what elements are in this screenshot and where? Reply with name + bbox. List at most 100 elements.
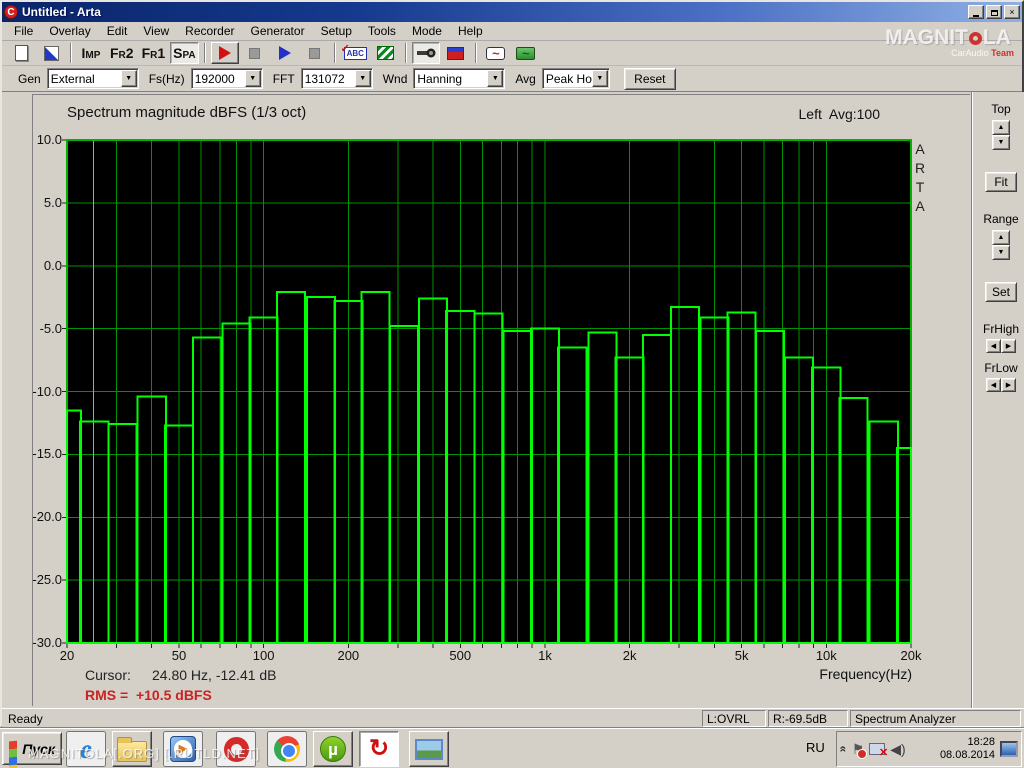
record-start-button[interactable] <box>210 42 239 64</box>
spa-mode-button[interactable]: Spa <box>170 42 199 64</box>
fit-button[interactable]: Fit <box>985 172 1017 192</box>
restore-button[interactable] <box>986 5 1002 19</box>
fft-dropdown-arrow-icon[interactable]: ▼ <box>354 70 371 87</box>
calibrate-abc-button[interactable]: ABC <box>341 42 370 64</box>
menu-view[interactable]: View <box>135 22 177 40</box>
x-tick-5k: 5k <box>734 648 749 663</box>
imp-mode-button[interactable]: Imp <box>77 42 105 64</box>
record-stop-button[interactable] <box>241 42 269 64</box>
frlow-spinner-right-icon[interactable]: ▶ <box>1001 378 1016 392</box>
diagonal-scale-button[interactable] <box>372 42 400 64</box>
show-desktop-icon[interactable] <box>1000 741 1018 757</box>
probe-button[interactable] <box>411 42 440 64</box>
main-toolbar: Imp Fr2 Fr1 Spa ABC ~ ~ <box>2 41 1022 66</box>
y-tick-5.0: 5.0 <box>43 194 62 210</box>
wave-generator-icon: ~ <box>516 46 536 60</box>
menu-file[interactable]: File <box>6 22 41 40</box>
set-button[interactable]: Set <box>985 282 1017 302</box>
image-viewer-button[interactable] <box>409 731 449 767</box>
sine-generator-button[interactable]: ~ <box>482 42 510 64</box>
new-file-icon <box>14 45 28 61</box>
spectrum-bars-button[interactable] <box>442 42 470 64</box>
utorrent-icon: µ <box>320 736 346 762</box>
frhigh-spinner-left-icon[interactable]: ◀ <box>986 339 1001 353</box>
close-button[interactable]: × <box>1004 5 1020 19</box>
toolbar-separator <box>203 43 206 63</box>
avg-label: Avg <box>515 71 536 86</box>
y-tick-10.0: 10.0 <box>36 132 62 147</box>
y-tick--20.0: -20.0 <box>32 509 62 525</box>
frlow-spinner-left-icon[interactable]: ◀ <box>986 378 1001 392</box>
windows-logo-icon <box>9 740 18 768</box>
menu-setup[interactable]: Setup <box>313 22 360 40</box>
cursor-label: Cursor: <box>85 667 131 683</box>
fft-dropdown[interactable]: 131072 ▼ <box>300 68 373 89</box>
x-tick-500: 500 <box>449 648 472 663</box>
wnd-dropdown-arrow-icon[interactable]: ▼ <box>487 70 504 87</box>
chrome-button[interactable] <box>267 731 307 767</box>
x-tick-20: 20 <box>59 648 75 663</box>
internet-explorer-button[interactable]: e <box>66 731 106 767</box>
avg-dropdown[interactable]: Peak Hol ▼ <box>541 68 610 89</box>
opera-button[interactable] <box>216 731 256 767</box>
toolbar-separator <box>333 43 336 63</box>
arta-taskbar-button[interactable]: ↻ <box>359 731 399 767</box>
spectrum-bars-icon <box>447 46 465 60</box>
frhigh-spinner-right-icon[interactable]: ▶ <box>1001 339 1016 353</box>
stop-button[interactable] <box>301 42 329 64</box>
new-file-button[interactable] <box>7 42 35 64</box>
language-indicator[interactable]: RU <box>806 740 825 755</box>
top-spinner-up-icon[interactable]: ▲ <box>992 120 1010 135</box>
file-explorer-button[interactable] <box>112 731 152 767</box>
network-disconnected-icon[interactable] <box>869 743 888 759</box>
menu-tools[interactable]: Tools <box>360 22 404 40</box>
toolbar-separator <box>404 43 407 63</box>
gen-dropdown-arrow-icon[interactable]: ▼ <box>120 70 137 87</box>
range-label: Range <box>983 212 1019 226</box>
status-ready-text: Ready <box>8 712 43 726</box>
range-spinner-up-icon[interactable]: ▲ <box>992 230 1010 245</box>
top-label: Top <box>991 102 1011 116</box>
tray-expand-chevron-icon[interactable]: « <box>836 746 850 753</box>
fs-dropdown[interactable]: 192000 ▼ <box>190 68 263 89</box>
tray-clock[interactable]: 18:28 08.08.2014 <box>940 736 995 762</box>
play-button[interactable] <box>271 42 299 64</box>
chart-client-area <box>2 92 1024 708</box>
fs-dropdown-arrow-icon[interactable]: ▼ <box>244 70 261 87</box>
menu-mode[interactable]: Mode <box>404 22 450 40</box>
gen-dropdown[interactable]: External ▼ <box>46 68 139 89</box>
frhigh-label: FrHigh <box>982 322 1019 336</box>
status-right-channel-level: R:-69.5dB <box>768 710 848 727</box>
start-button[interactable]: Пуск <box>2 732 62 768</box>
spa-mode-button-label: Spa <box>173 45 196 61</box>
start-button-label: Пуск <box>22 740 55 757</box>
wave-generator-button[interactable]: ~ <box>512 42 540 64</box>
overlay-button[interactable] <box>37 42 65 64</box>
fs-value: 192000 <box>194 71 235 86</box>
record-stop-icon <box>249 47 261 59</box>
volume-icon[interactable]: ◀) <box>890 741 905 758</box>
range-spinner: ▲ ▼ <box>992 230 1010 260</box>
minimize-button[interactable] <box>968 5 984 19</box>
record-start-icon <box>218 46 231 60</box>
title-bar[interactable]: C Untitled - Arta × <box>2 2 1022 22</box>
window-title: Untitled - Arta <box>22 5 101 19</box>
security-alert-icon[interactable]: ⚑ <box>852 741 867 759</box>
reset-button[interactable]: Reset <box>623 67 676 90</box>
menu-edit[interactable]: Edit <box>99 22 136 40</box>
utorrent-button[interactable]: µ <box>313 731 353 767</box>
wnd-dropdown[interactable]: Hanning ▼ <box>413 68 506 89</box>
frlow-label: FrLow <box>984 361 1018 375</box>
avg-dropdown-arrow-icon[interactable]: ▼ <box>591 70 608 87</box>
gen-value: External <box>50 71 95 86</box>
media-player-button[interactable]: ▶ <box>163 731 203 767</box>
menu-recorder[interactable]: Recorder <box>177 22 242 40</box>
fr2-mode-button[interactable]: Fr2 <box>107 42 137 64</box>
top-spinner-down-icon[interactable]: ▼ <box>992 135 1010 150</box>
menu-generator[interactable]: Generator <box>243 22 313 40</box>
menu-help[interactable]: Help <box>450 22 491 40</box>
fr1-mode-button[interactable]: Fr1 <box>139 42 169 64</box>
menu-overlay[interactable]: Overlay <box>41 22 98 40</box>
status-mode-indicator: Spectrum Analyzer <box>850 710 1021 727</box>
range-spinner-down-icon[interactable]: ▼ <box>992 245 1010 260</box>
